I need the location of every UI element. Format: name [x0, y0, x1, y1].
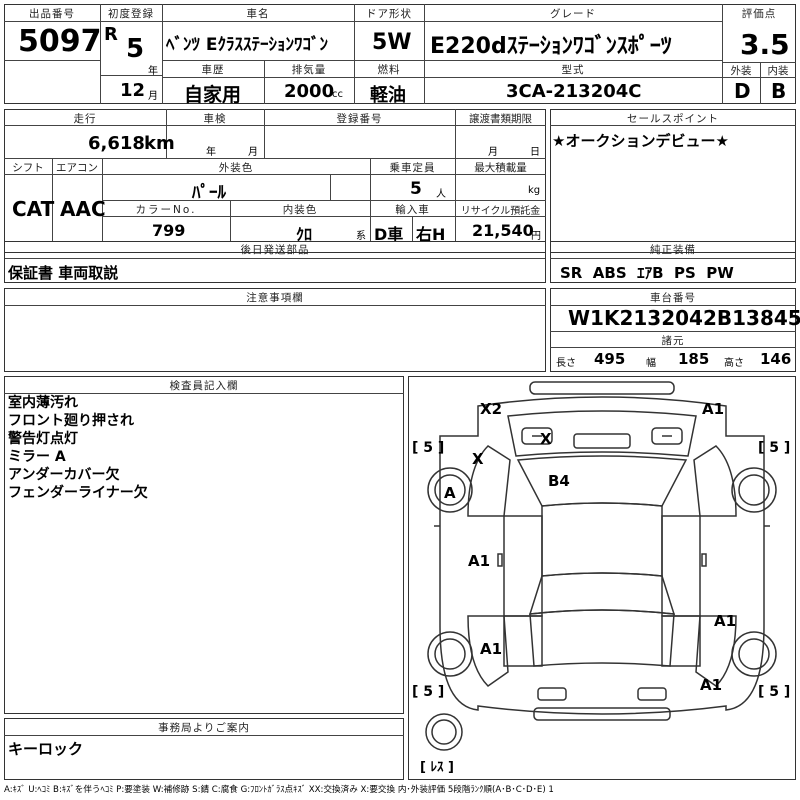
height-label: 高さ	[724, 358, 744, 369]
displacement-label: 排気量	[291, 64, 327, 76]
width-label: 幅	[646, 358, 656, 369]
interior-color-label: 内装色	[282, 204, 318, 216]
grade-label: グレード	[550, 8, 596, 20]
score-label: 評価点	[741, 8, 777, 20]
spec-label: 諸元	[661, 335, 685, 347]
color-number-label: カラーNo.	[135, 204, 197, 216]
recycle-fee: 21,540	[472, 221, 534, 240]
legend: A:ｷｽﾞ U:ﾍｺﾐ B:ｷｽﾞを伴うﾍｺﾐ P:要塗装 W:補修跡 S:錆 …	[4, 785, 554, 795]
door-type: 5W	[372, 30, 412, 55]
length-label: 長さ	[556, 358, 576, 369]
registration-number-label: 登録番号	[336, 113, 383, 125]
damage-mark: X	[540, 430, 552, 448]
tire-depth-front-right: [ 5 ]	[758, 440, 791, 456]
damage-mark: X	[472, 450, 484, 468]
inspection-label: 車検	[203, 113, 227, 125]
tire-depth-rear-right: [ 5 ]	[758, 684, 791, 700]
shift-label: シフト	[12, 162, 44, 174]
damage-mark: A1	[468, 552, 491, 570]
tire-depth-rear-left: [ 5 ]	[412, 684, 445, 700]
capacity-unit: 人	[436, 189, 446, 200]
mileage: 6,618	[88, 133, 145, 154]
inspector-note: フェンダーライナー欠	[8, 485, 148, 501]
registration-year: 5	[126, 34, 145, 64]
interior-grade-label: 内装	[767, 65, 789, 77]
history-label: 車歴	[201, 64, 225, 76]
chassis-label: 車台番号	[650, 292, 696, 304]
model-code: 3CA-213204C	[506, 81, 642, 102]
model-label: 型式	[561, 64, 585, 76]
color-number: 799	[152, 221, 186, 240]
registration-label: 初度登録	[108, 8, 154, 20]
damage-mark: A1	[714, 612, 737, 630]
vehicle-info-block	[4, 109, 546, 253]
max-load-unit: kg	[528, 185, 541, 196]
inspection-year-unit: 年	[206, 147, 216, 158]
inspector-notes-label: 検査員記入欄	[169, 380, 239, 392]
exterior-grade-label: 外装	[730, 65, 752, 77]
aircon: AAC	[60, 197, 106, 221]
history: 自家用	[184, 84, 242, 106]
damage-diagram	[425, 381, 777, 751]
inspector-note: ミラー A	[8, 449, 66, 465]
grade: E220dｽﾃｰｼｮﾝﾜｺﾞﾝｽﾎﾟｰﾂ	[430, 34, 672, 59]
import-label: 輸入車	[395, 204, 430, 216]
damage-mark: A1	[700, 676, 723, 694]
lot-number-label: 出品番号	[29, 8, 75, 20]
inspector-note: 室内薄汚れ	[8, 395, 78, 411]
car-name-label: 車名	[246, 8, 270, 20]
damage-mark: A1	[480, 640, 503, 658]
tire-depth-front-left: [ 5 ]	[412, 440, 445, 456]
lot-number: 5097	[18, 24, 102, 59]
damage-mark: A	[444, 484, 456, 502]
inspection-month-unit: 月	[248, 147, 258, 158]
max-load-label: 最大積載量	[474, 162, 527, 174]
displacement: 2000	[284, 81, 335, 102]
door-label: ドア形状	[366, 8, 412, 20]
damage-mark: B4	[548, 472, 570, 490]
capacity: 5	[410, 179, 422, 199]
capacity-label: 乗車定員	[389, 162, 436, 174]
mileage-label: 走行	[73, 113, 97, 125]
score: 3.5	[740, 28, 790, 61]
exterior-color-label: 外装色	[218, 162, 254, 174]
mileage-unit: km	[144, 133, 175, 154]
shift: CAT	[12, 197, 55, 221]
fuel-label: 燃料	[377, 64, 401, 76]
era: R	[104, 24, 118, 45]
displacement-unit: cc	[332, 89, 343, 100]
interior-color-unit: 系	[356, 231, 366, 242]
aircon-label: エアコン	[56, 162, 98, 174]
inspector-note: フロント廻り押され	[8, 413, 134, 429]
transfer-deadline-label: 譲渡書類期限	[469, 113, 532, 125]
car-name: ﾍﾞﾝﾂ Eｸﾗｽｽﾃｰｼｮﾝﾜｺﾞﾝ	[166, 35, 329, 55]
equipment-label: 純正装備	[650, 244, 696, 256]
inspector-note: アンダーカバー欠	[8, 467, 120, 483]
month-unit: 月	[148, 91, 158, 102]
inspector-notes: 室内薄汚れ フロント廻り押され 警告灯点灯 ミラー A アンダーカバー欠 フェン…	[8, 394, 148, 502]
exterior-grade: D	[734, 79, 751, 103]
interior-grade: B	[771, 79, 787, 103]
recycle-label: リサイクル預託金	[460, 206, 541, 217]
caution-label: 注意事項欄	[246, 292, 304, 304]
recycle-unit: 円	[531, 231, 541, 242]
inspector-note: 警告灯点灯	[8, 431, 78, 447]
registration-month: 12	[120, 80, 146, 101]
office-notice: キーロック	[8, 740, 84, 758]
width: 185	[678, 350, 710, 368]
fuel: 軽油	[370, 85, 406, 106]
office-notice-label: 事務局よりご案内	[158, 722, 250, 734]
sales-point: ★オークションデビュー★	[552, 132, 729, 150]
sales-point-label: セールスポイント	[627, 113, 719, 125]
later-parts: 保証書 車両取説	[8, 264, 119, 282]
transfer-month-unit: 月	[488, 147, 498, 158]
transfer-day-unit: 日	[530, 147, 540, 158]
chassis-number: W1K2132042B138452	[568, 306, 800, 330]
height: 146	[760, 350, 792, 368]
damage-mark: A1	[702, 400, 725, 418]
damage-mark: X2	[480, 400, 503, 418]
spare-tire: [ ﾚｽ ]	[420, 760, 454, 775]
equipment: SR ABS ｴｱB PS PW	[560, 264, 734, 282]
length: 495	[594, 350, 626, 368]
